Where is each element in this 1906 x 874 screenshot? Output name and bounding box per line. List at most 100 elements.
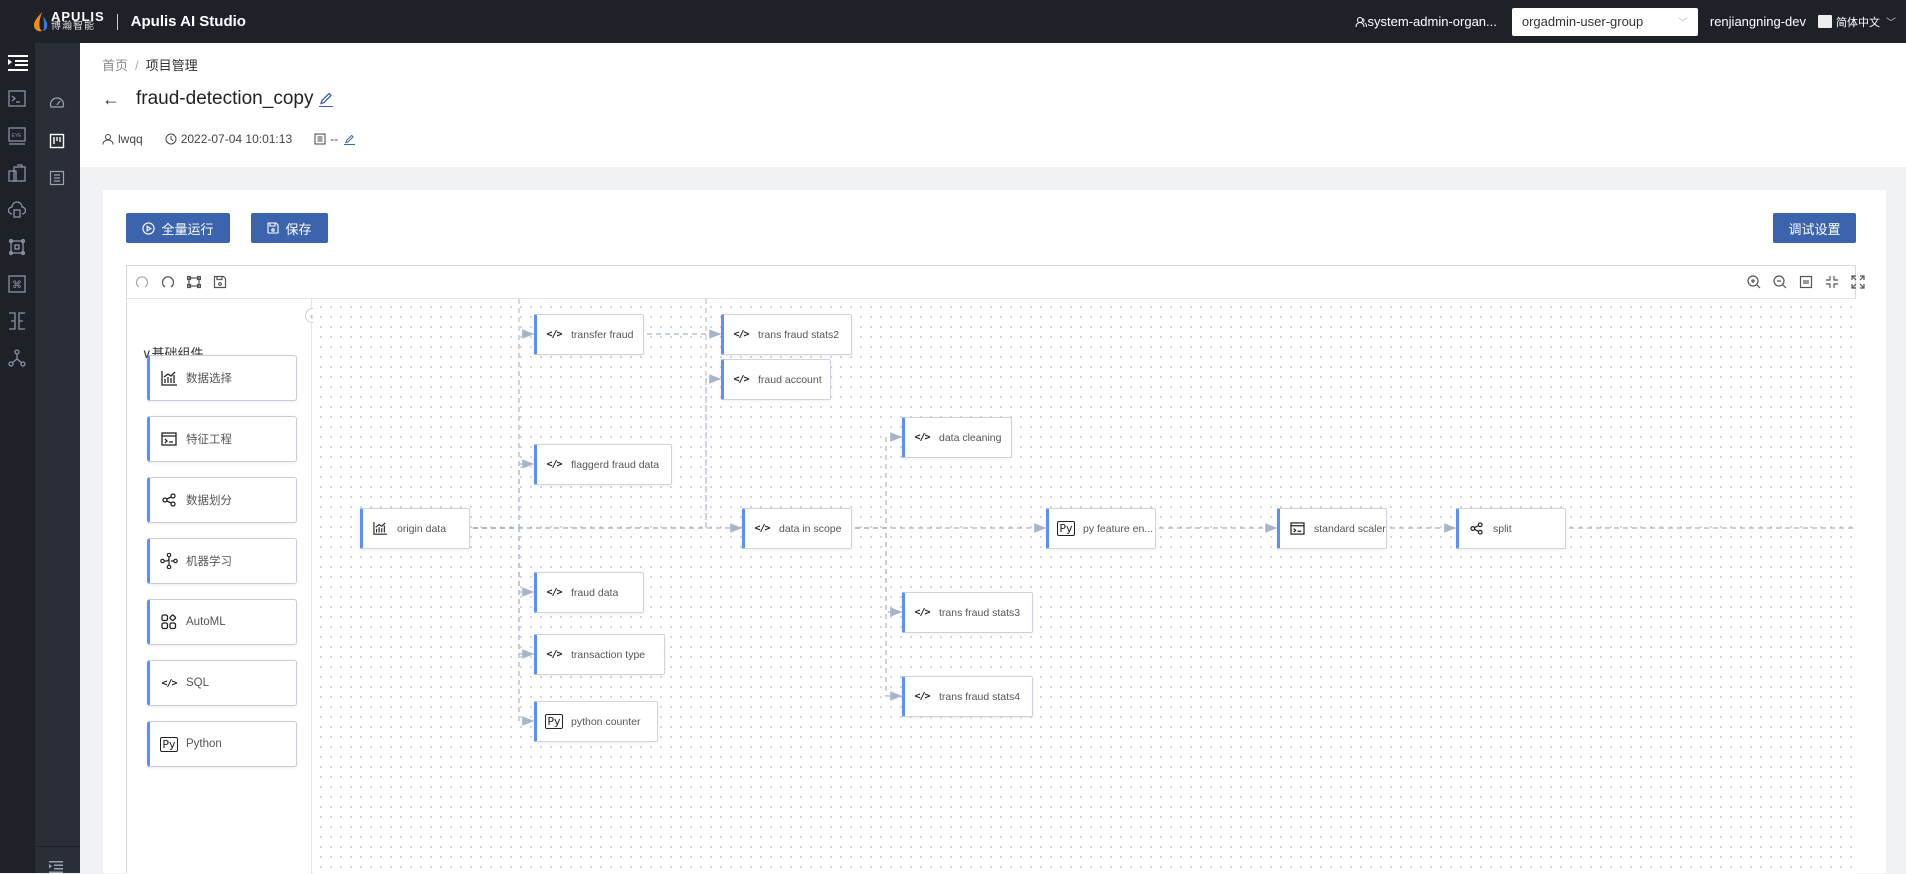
- run-all-label: 全量运行: [161, 221, 214, 237]
- fullscreen-icon[interactable]: [1851, 275, 1865, 289]
- ml-graph-icon: [160, 553, 178, 569]
- collapse-menu-icon[interactable]: [49, 861, 63, 873]
- component-label: 数据划分: [186, 495, 232, 507]
- share-split-icon: [1468, 522, 1484, 536]
- list-icon[interactable]: [49, 170, 65, 186]
- graph-node-label: trans fraud stats4: [939, 690, 1021, 703]
- undo-icon[interactable]: [135, 275, 149, 289]
- breadcrumb-separator: /: [135, 58, 139, 73]
- username[interactable]: renjiangning-dev: [1710, 14, 1806, 29]
- description-icon: [314, 133, 326, 145]
- code-icon: </>: [754, 523, 770, 534]
- back-arrow-icon[interactable]: ←: [102, 89, 120, 110]
- debug-settings-button[interactable]: 调试设置: [1773, 213, 1856, 243]
- logo-drop-icon: [34, 11, 48, 31]
- breadcrumb-home[interactable]: 首页: [102, 58, 128, 73]
- command-icon[interactable]: ⌘: [8, 275, 26, 293]
- actual-size-icon[interactable]: [1799, 275, 1813, 289]
- edit-title-icon[interactable]: [319, 91, 334, 107]
- clock-icon: [165, 133, 177, 145]
- component-data-split[interactable]: 数据划分: [147, 477, 297, 523]
- run-all-button[interactable]: 全量运行: [126, 213, 230, 243]
- graph-node-pycounter[interactable]: Py python counter: [534, 701, 658, 742]
- logo[interactable]: APULIS 博瀚智能: [34, 10, 105, 32]
- component-automl[interactable]: AutoML: [147, 599, 297, 645]
- eye-monitor-icon[interactable]: EYE: [8, 127, 26, 145]
- user-group-value: orgadmin-user-group: [1521, 14, 1644, 29]
- user-icon: [102, 134, 114, 145]
- terminal-icon[interactable]: [8, 90, 26, 108]
- pipeline-graph-canvas[interactable]: origin data </> transfer fraud </> trans fra…: [313, 299, 1856, 874]
- chart-data-icon: [160, 370, 178, 386]
- kanban-icon[interactable]: [49, 133, 65, 149]
- graph-node-pyfeat[interactable]: Py py feature en...: [1046, 508, 1156, 549]
- python-icon: Py: [1057, 521, 1075, 536]
- code-icon: </>: [733, 374, 749, 385]
- user-group-select[interactable]: orgadmin-user-group ﹀: [1511, 7, 1698, 36]
- graph-edge: [855, 527, 903, 701]
- save-icon: [267, 222, 280, 234]
- graph-node-flagged[interactable]: </> flaggerd fraud data: [534, 444, 672, 485]
- component-python[interactable]: Py Python: [147, 721, 297, 767]
- fit-frame-icon[interactable]: [187, 275, 201, 289]
- shrink-icon[interactable]: [1825, 275, 1839, 289]
- graph-edge: [473, 459, 535, 529]
- zoom-in-icon[interactable]: [1747, 275, 1761, 289]
- save-snapshot-icon[interactable]: [213, 275, 227, 289]
- share-split-icon: [160, 492, 178, 508]
- graph-node-account[interactable]: </> fraud account: [721, 359, 831, 400]
- graph-node-stats3[interactable]: </> trans fraud stats3: [902, 592, 1033, 633]
- graph-node-stats4[interactable]: </> trans fraud stats4: [902, 676, 1033, 717]
- language-label: 简体中文: [1836, 16, 1880, 29]
- zoom-out-icon[interactable]: [1773, 275, 1787, 289]
- save-button[interactable]: 保存: [251, 213, 328, 243]
- graph-edge: [473, 527, 535, 597]
- app-title: Apulis AI Studio: [130, 13, 246, 30]
- edit-description-icon[interactable]: [344, 134, 356, 145]
- code-icon: </>: [161, 677, 177, 689]
- graph-icon[interactable]: [8, 349, 26, 367]
- translate-icon: [1818, 15, 1832, 28]
- graph-node-transfer[interactable]: </> transfer fraud: [534, 314, 644, 355]
- component-data-select[interactable]: 数据选择: [147, 355, 297, 401]
- graph-node-scaler[interactable]: standard scaler: [1277, 508, 1387, 549]
- language-switch[interactable]: 简体中文 ﹀: [1818, 14, 1896, 30]
- code-icon: </>: [546, 329, 562, 340]
- redo-icon[interactable]: [161, 275, 175, 289]
- cloud-storage-icon[interactable]: [8, 201, 26, 219]
- project-owner: lwqq: [118, 132, 143, 146]
- model-icon[interactable]: [8, 238, 26, 256]
- dashboard-icon[interactable]: [49, 95, 65, 111]
- logo-divider: [116, 13, 118, 30]
- component-feature-engineering[interactable]: 特征工程: [147, 416, 297, 462]
- graph-edge: [473, 527, 535, 726]
- graph-node-split[interactable]: split: [1456, 508, 1566, 549]
- chevron-down-icon: ﹀: [1886, 18, 1896, 29]
- svg-text:EYE: EYE: [12, 133, 23, 139]
- organization-switch[interactable]: system-admin-organ...: [1355, 14, 1497, 29]
- workflow-icon[interactable]: [8, 312, 26, 330]
- graph-node-ttype[interactable]: </> transaction type: [534, 634, 665, 675]
- component-label: 机器学习: [186, 556, 232, 568]
- code-icon: </>: [546, 459, 562, 470]
- page-title: fraud-detection_copy: [136, 88, 314, 109]
- graph-node-cleaning[interactable]: </> data cleaning: [902, 417, 1012, 458]
- code-icon: </>: [546, 587, 562, 598]
- organization-icon: [1355, 16, 1367, 27]
- graph-node-label: origin data: [397, 522, 447, 535]
- component-sql[interactable]: </> SQL: [147, 660, 297, 706]
- menu-toggle-icon[interactable]: [8, 55, 28, 71]
- dataset-icon[interactable]: [8, 164, 26, 182]
- graph-node-origin[interactable]: origin data: [360, 508, 470, 549]
- graph-node-stats2[interactable]: </> trans fraud stats2: [721, 314, 852, 355]
- terminal-box-icon: [1289, 522, 1305, 536]
- graph-node-label: trans fraud stats2: [758, 328, 840, 341]
- graph-node-scope[interactable]: </> data in scope: [742, 508, 852, 549]
- code-icon: </>: [914, 691, 930, 702]
- component-machine-learning[interactable]: 机器学习: [147, 538, 297, 584]
- logo-text-cn: 博瀚智能: [51, 20, 95, 32]
- save-label: 保存: [285, 221, 312, 237]
- graph-node-label: data in scope: [779, 522, 842, 535]
- graph-node-fraud[interactable]: </> fraud data: [534, 572, 644, 613]
- breadcrumb-current[interactable]: 项目管理: [146, 58, 198, 73]
